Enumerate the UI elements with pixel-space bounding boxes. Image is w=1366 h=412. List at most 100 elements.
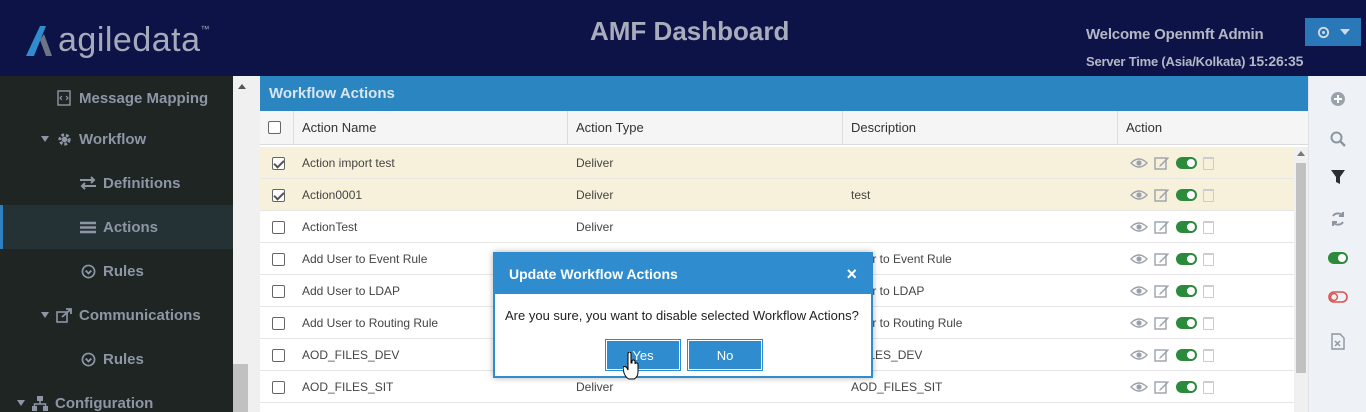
- select-all-checkbox[interactable]: [268, 121, 281, 134]
- column-header-action-name[interactable]: Action Name: [294, 111, 568, 145]
- settings-dropdown-button[interactable]: [1305, 18, 1361, 46]
- trash-icon[interactable]: [1203, 284, 1214, 298]
- filter-button[interactable]: [1325, 164, 1351, 190]
- logo-mark-icon: [26, 26, 52, 56]
- toggle-on-icon[interactable]: [1176, 285, 1197, 297]
- sidebar-item-communication-rules[interactable]: Rules: [0, 337, 233, 381]
- table-scrollbar[interactable]: [1294, 147, 1308, 412]
- sidebar-item-rules[interactable]: Rules: [0, 249, 233, 293]
- row-checkbox[interactable]: [272, 285, 285, 298]
- toggle-on-icon[interactable]: [1176, 317, 1197, 329]
- scroll-up-arrow-icon[interactable]: [1297, 151, 1305, 156]
- edit-icon[interactable]: [1154, 284, 1170, 298]
- trash-icon[interactable]: [1203, 380, 1214, 394]
- scrollbar-thumb[interactable]: [1296, 163, 1306, 373]
- toggle-on-icon[interactable]: [1176, 189, 1197, 201]
- row-checkbox[interactable]: [272, 349, 285, 362]
- toggle-on-icon: [1328, 252, 1348, 264]
- sidebar-item-label: Configuration: [55, 394, 154, 412]
- cell-action-type: Deliver: [576, 188, 614, 202]
- row-checkbox[interactable]: [272, 157, 285, 170]
- right-toolbar: [1308, 76, 1366, 412]
- column-header-action: Action: [1126, 120, 1163, 135]
- plus-circle-icon: [1331, 92, 1345, 106]
- caret-down-icon: [41, 312, 49, 318]
- toggle-on-icon[interactable]: [1176, 157, 1197, 169]
- table-row[interactable]: ActionTest Deliver: [260, 211, 1294, 243]
- eye-icon[interactable]: [1130, 381, 1148, 393]
- trash-icon[interactable]: [1203, 252, 1214, 266]
- table-row[interactable]: Action import test Deliver: [260, 147, 1294, 179]
- toggle-on-icon[interactable]: [1176, 221, 1197, 233]
- trash-icon[interactable]: [1203, 188, 1214, 202]
- dialog-header: Update Workflow Actions ×: [495, 254, 871, 294]
- sidebar-item-label: Rules: [103, 350, 144, 368]
- eye-icon[interactable]: [1130, 253, 1148, 265]
- edit-icon[interactable]: [1154, 188, 1170, 202]
- toggle-on-icon[interactable]: [1176, 349, 1197, 361]
- gear-icon: [55, 130, 73, 148]
- sidebar-item-label: Actions: [103, 218, 159, 236]
- refresh-button[interactable]: [1325, 206, 1351, 232]
- edit-icon[interactable]: [1154, 252, 1170, 266]
- sidebar-item-communications[interactable]: Communications: [0, 293, 233, 337]
- add-button[interactable]: [1325, 86, 1351, 112]
- eye-icon[interactable]: [1130, 317, 1148, 329]
- sitemap-icon: [31, 394, 49, 412]
- eye-icon[interactable]: [1130, 285, 1148, 297]
- sidebar-item-label: Message Mapping: [79, 89, 209, 107]
- table-row[interactable]: Action0001 Deliver test: [260, 179, 1294, 211]
- sidebar: Message Mapping Workflow Definitions Act…: [0, 76, 233, 412]
- row-actions: [1130, 252, 1214, 266]
- export-button[interactable]: [1325, 328, 1351, 354]
- sidebar-item-configuration[interactable]: Configuration: [0, 381, 233, 412]
- trash-icon[interactable]: [1203, 220, 1214, 234]
- row-checkbox[interactable]: [272, 189, 285, 202]
- sidebar-item-actions[interactable]: Actions: [0, 205, 233, 249]
- sidebar-item-workflow[interactable]: Workflow: [0, 117, 233, 161]
- edit-icon[interactable]: [1154, 348, 1170, 362]
- scrollbar-thumb[interactable]: [233, 364, 248, 412]
- toggle-off-icon: [1328, 291, 1348, 303]
- welcome-text: Welcome Openmft Admin: [1086, 26, 1264, 43]
- trash-icon[interactable]: [1203, 156, 1214, 170]
- close-icon[interactable]: ×: [846, 264, 857, 285]
- disable-selected-button[interactable]: [1325, 284, 1351, 310]
- arrows-swap-icon: [79, 174, 97, 192]
- caret-down-icon: [17, 400, 25, 406]
- column-header-description[interactable]: Description: [843, 111, 1118, 145]
- sidebar-item-message-mapping[interactable]: Message Mapping: [0, 76, 233, 120]
- row-checkbox[interactable]: [272, 221, 285, 234]
- list-icon: [79, 218, 97, 236]
- toggle-on-icon[interactable]: [1176, 253, 1197, 265]
- hand-pointer-icon: [623, 352, 639, 380]
- toggle-on-icon[interactable]: [1176, 381, 1197, 393]
- edit-icon[interactable]: [1154, 156, 1170, 170]
- edit-icon[interactable]: [1154, 380, 1170, 394]
- yes-button[interactable]: Yes: [605, 339, 681, 371]
- eye-icon[interactable]: [1130, 189, 1148, 201]
- no-button[interactable]: No: [687, 339, 763, 371]
- row-checkbox[interactable]: [272, 317, 285, 330]
- gear-icon: [1317, 26, 1329, 38]
- scroll-up-arrow-icon[interactable]: [238, 84, 246, 89]
- edit-icon[interactable]: [1154, 316, 1170, 330]
- search-button[interactable]: [1325, 126, 1351, 152]
- column-header-action-type[interactable]: Action Type: [568, 111, 843, 145]
- dialog-title: Update Workflow Actions: [509, 266, 678, 282]
- sidebar-scrollbar[interactable]: [233, 76, 260, 412]
- edit-icon[interactable]: [1154, 220, 1170, 234]
- table-header: Action Name Action Type Description Acti…: [260, 111, 1308, 145]
- eye-icon[interactable]: [1130, 349, 1148, 361]
- cell-action-name: Add User to Routing Rule: [302, 316, 439, 330]
- row-checkbox[interactable]: [272, 253, 285, 266]
- row-checkbox[interactable]: [272, 381, 285, 394]
- share-icon: [55, 306, 73, 324]
- eye-icon[interactable]: [1130, 221, 1148, 233]
- enable-selected-button[interactable]: [1325, 245, 1351, 271]
- sidebar-item-definitions[interactable]: Definitions: [0, 161, 233, 205]
- trash-icon[interactable]: [1203, 316, 1214, 330]
- trash-icon[interactable]: [1203, 348, 1214, 362]
- eye-icon[interactable]: [1130, 157, 1148, 169]
- agiledata-logo[interactable]: agiledata ™: [22, 18, 210, 62]
